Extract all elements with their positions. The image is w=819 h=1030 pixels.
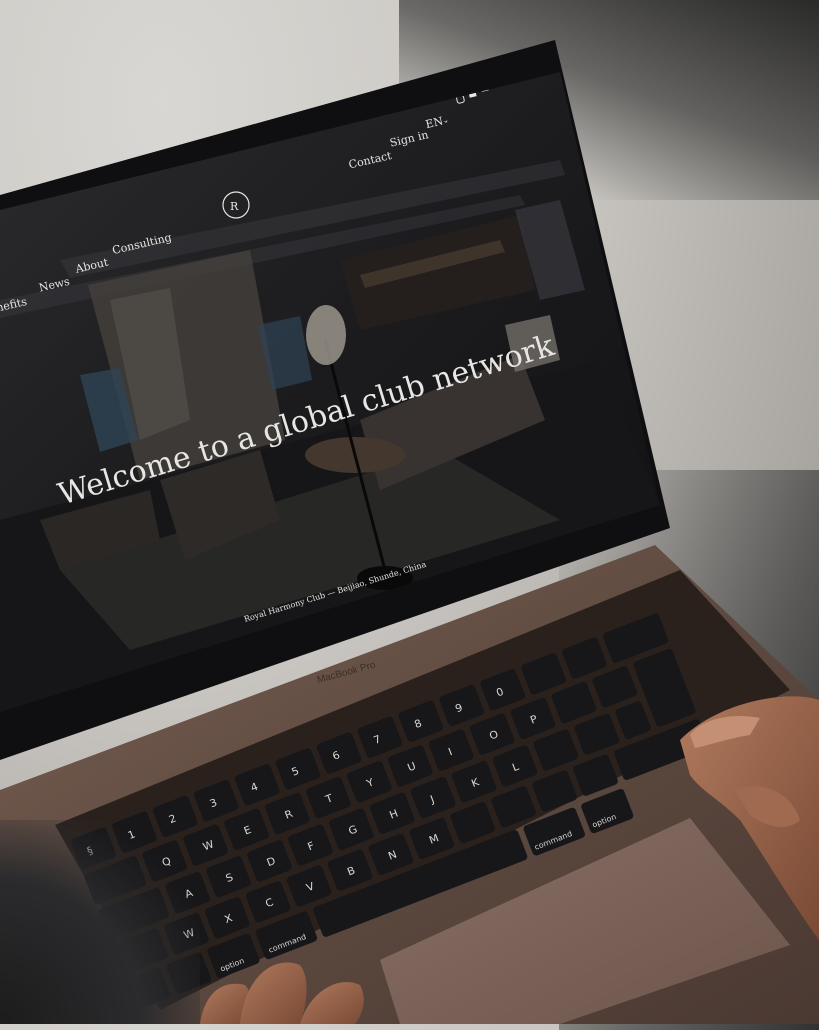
lap-shadow — [0, 820, 200, 1024]
svg-text:R: R — [230, 200, 239, 213]
